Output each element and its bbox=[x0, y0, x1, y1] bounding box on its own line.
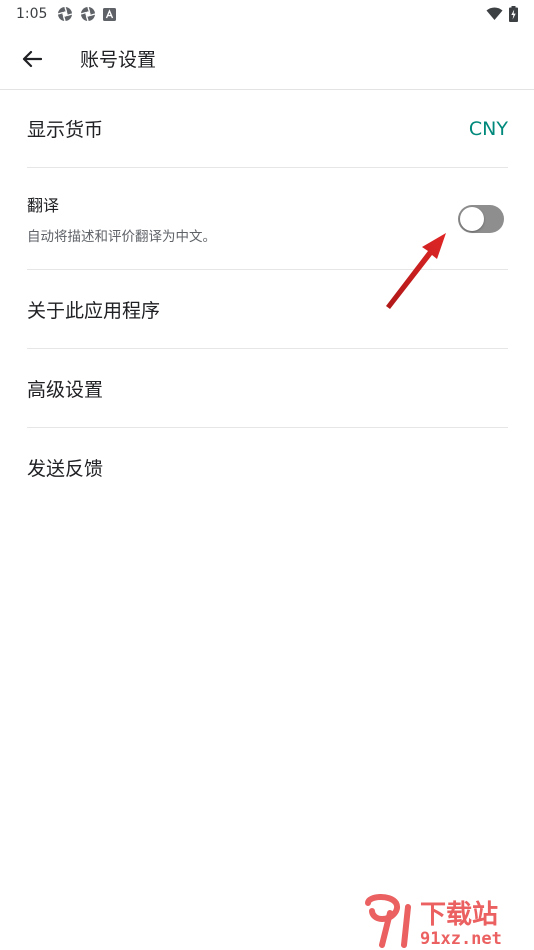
translate-description: 自动将描述和评价翻译为中文。 bbox=[27, 229, 216, 245]
wifi-icon bbox=[486, 7, 503, 20]
about-label: 关于此应用程序 bbox=[27, 299, 161, 322]
notification-icons bbox=[57, 6, 117, 22]
battery-charging-icon bbox=[509, 6, 518, 22]
watermark-logo: 下载站 91xz.net bbox=[365, 894, 502, 948]
watermark-logo-text: 下载站 bbox=[420, 900, 498, 930]
setting-row-advanced[interactable]: 高级设置 bbox=[27, 349, 508, 428]
arrow-back-icon bbox=[22, 50, 42, 67]
system-icons bbox=[486, 6, 518, 22]
status-bar: 1:05 bbox=[0, 0, 534, 28]
setting-row-currency[interactable]: 显示货币 CNY bbox=[27, 90, 508, 168]
settings-list: 显示货币 CNY 翻译 自动将描述和评价翻译为中文。 关于此应用程序 高级设置 … bbox=[27, 90, 508, 507]
app-bar: 账号设置 bbox=[0, 28, 534, 90]
aperture-icon bbox=[81, 6, 96, 22]
toggle-thumb bbox=[460, 206, 484, 231]
watermark-domain: 91xz.net bbox=[420, 929, 502, 948]
advanced-label: 高级设置 bbox=[27, 378, 104, 401]
translate-title: 翻译 bbox=[27, 196, 60, 215]
aperture-icon bbox=[58, 6, 73, 22]
status-time: 1:05 bbox=[16, 6, 48, 22]
setting-row-about[interactable]: 关于此应用程序 bbox=[27, 270, 508, 349]
page-title: 账号设置 bbox=[80, 49, 157, 71]
setting-row-translate: 翻译 自动将描述和评价翻译为中文。 bbox=[27, 168, 508, 270]
translate-toggle[interactable] bbox=[458, 204, 504, 233]
app-a-icon bbox=[103, 7, 117, 21]
screen: 1:05 账号设置 显示货币 CNY 翻译 自动将描述和评价翻译为中文。 关于此… bbox=[0, 0, 534, 950]
feedback-label: 发送反馈 bbox=[27, 458, 104, 480]
setting-row-feedback[interactable]: 发送反馈 bbox=[27, 428, 508, 507]
back-button[interactable] bbox=[12, 39, 52, 79]
translate-text: 翻译 自动将描述和评价翻译为中文。 bbox=[27, 192, 216, 245]
currency-value: CNY bbox=[468, 117, 508, 140]
currency-label: 显示货币 bbox=[27, 119, 104, 141]
